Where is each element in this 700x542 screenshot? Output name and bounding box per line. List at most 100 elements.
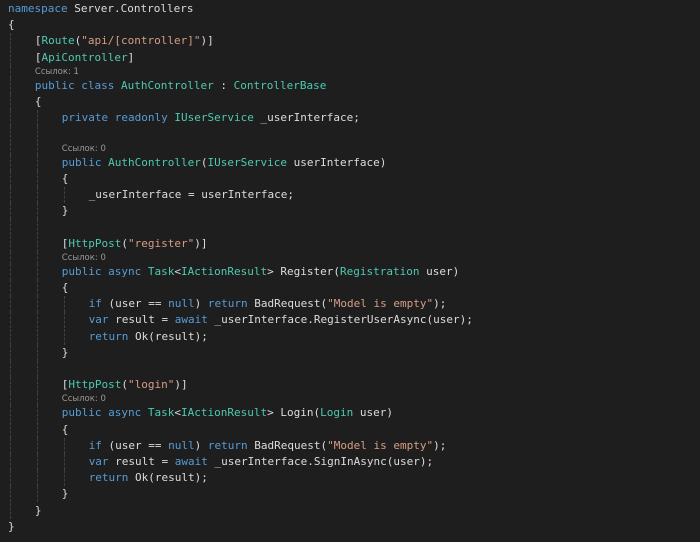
code-line: namespace Server.Controllers — [0, 1, 700, 17]
code-token: { — [61, 280, 69, 294]
indent-guide — [10, 453, 11, 471]
type-token: AuthController — [108, 155, 201, 169]
indent-guide — [36, 170, 38, 187]
code-text: return Ok(result); — [89, 329, 208, 345]
code-token: ); — [433, 438, 447, 452]
indent-guide — [36, 360, 38, 378]
type-token: HttpPost — [68, 378, 122, 392]
type-token: Login — [320, 406, 354, 420]
code-token: result = — [108, 454, 175, 468]
codelens-references[interactable]: Ссылок: 0 — [0, 142, 700, 155]
indent-guide — [36, 486, 38, 503]
indent-guide — [63, 328, 65, 345]
keyword-token: return — [88, 471, 129, 485]
string-token: "register" — [128, 236, 195, 250]
indent-guide — [10, 486, 11, 503]
indent-guide — [10, 65, 11, 78]
code-line: } — [0, 502, 700, 519]
codelens-references[interactable]: Ссылок: 0 — [0, 251, 700, 264]
keyword-token: public — [61, 406, 102, 420]
code-text: } — [62, 486, 69, 502]
indent-guide — [36, 393, 38, 406]
code-text: var result = await _userInterface.Regist… — [89, 312, 473, 328]
code-text: [ApiController] — [35, 50, 134, 66]
type-token: ApiController — [41, 50, 128, 64]
code-text: { — [62, 280, 69, 296]
code-token: [ — [34, 34, 42, 48]
code-text: var result = await _userInterface.SignIn… — [89, 454, 433, 470]
code-line: [ApiController] — [0, 49, 700, 66]
codelens-text: Ссылок: 0 — [61, 143, 106, 154]
type-token: IActionResult — [181, 264, 268, 278]
code-token: )] — [174, 378, 188, 392]
code-text: public AuthController(IUserService userI… — [62, 155, 387, 171]
code-token: user) — [419, 264, 460, 278]
code-text: public class AuthController : Controller… — [35, 78, 326, 94]
indent-guide — [10, 154, 11, 171]
indent-guide — [10, 126, 11, 143]
code-text: [HttpPost("login")] — [62, 377, 188, 393]
code-text: [Route("api/[controller]")] — [35, 33, 214, 49]
type-token: IActionResult — [181, 406, 268, 420]
code-token: BadRequest( — [247, 297, 328, 311]
keyword-token: if — [88, 297, 102, 311]
indent-guide — [10, 344, 11, 361]
indent-guide — [10, 421, 11, 438]
keyword-token: public — [61, 264, 102, 278]
indent-guide — [10, 110, 11, 127]
codelens-references[interactable]: Ссылок: 0 — [0, 393, 700, 406]
indent-guide — [10, 170, 11, 187]
code-text: private readonly IUserService _userInter… — [62, 110, 360, 126]
indent-guide — [10, 360, 11, 378]
code-token: Ok(result); — [128, 471, 208, 485]
indent-guide — [63, 312, 65, 329]
code-line: return Ok(result); — [0, 328, 700, 345]
indent-guide — [36, 421, 38, 438]
code-token: } — [34, 503, 42, 517]
type-token: HttpPost — [68, 236, 122, 250]
keyword-token: var — [88, 454, 109, 468]
indent-guide — [36, 110, 38, 127]
code-text: [HttpPost("register")] — [62, 236, 208, 252]
indent-guide — [10, 502, 11, 519]
indent-guide — [63, 296, 65, 313]
keyword-token: private — [61, 111, 109, 125]
indent-guide — [36, 142, 38, 155]
keyword-token: await — [174, 313, 208, 327]
code-text: } — [8, 519, 15, 535]
code-line: [HttpPost("login")] — [0, 377, 700, 394]
code-text: { — [62, 171, 69, 187]
code-line: } — [0, 344, 700, 361]
indent-guide — [10, 49, 11, 66]
code-token: userInterface) — [287, 155, 387, 169]
code-line: if (user == null) return BadRequest("Mod… — [0, 296, 700, 313]
indent-guide — [36, 186, 38, 204]
indent-guide — [63, 470, 65, 487]
codelens-references[interactable]: Ссылок: 1 — [0, 65, 700, 78]
type-token: IUserService — [207, 155, 287, 169]
type-token: Registration — [340, 264, 420, 278]
code-token: : — [213, 78, 234, 92]
indent-guide — [36, 437, 38, 454]
code-token: [ — [34, 50, 42, 64]
indent-guide — [10, 203, 11, 220]
code-line: if (user == null) return BadRequest("Mod… — [0, 437, 700, 454]
code-token: result = — [108, 313, 175, 327]
code-editor[interactable]: namespace Server.Controllers{[Route("api… — [0, 0, 700, 542]
keyword-token: public — [61, 155, 102, 169]
codelens-text: Ссылок: 0 — [61, 394, 106, 405]
code-text: if (user == null) return BadRequest("Mod… — [89, 296, 447, 312]
code-line: _userInterface = userInterface; — [0, 186, 700, 204]
keyword-token: namespace — [8, 1, 68, 15]
code-token: } — [61, 204, 69, 218]
keyword-token: readonly — [114, 111, 168, 125]
type-token: Task — [147, 264, 175, 278]
keyword-token: null — [168, 297, 195, 311]
indent-guide — [10, 470, 11, 487]
type-token: AuthController — [121, 78, 214, 92]
indent-guide — [10, 251, 11, 264]
code-token: > Login( — [267, 406, 321, 420]
code-line: { — [0, 17, 700, 33]
code-token: _userInterface; — [253, 111, 360, 125]
